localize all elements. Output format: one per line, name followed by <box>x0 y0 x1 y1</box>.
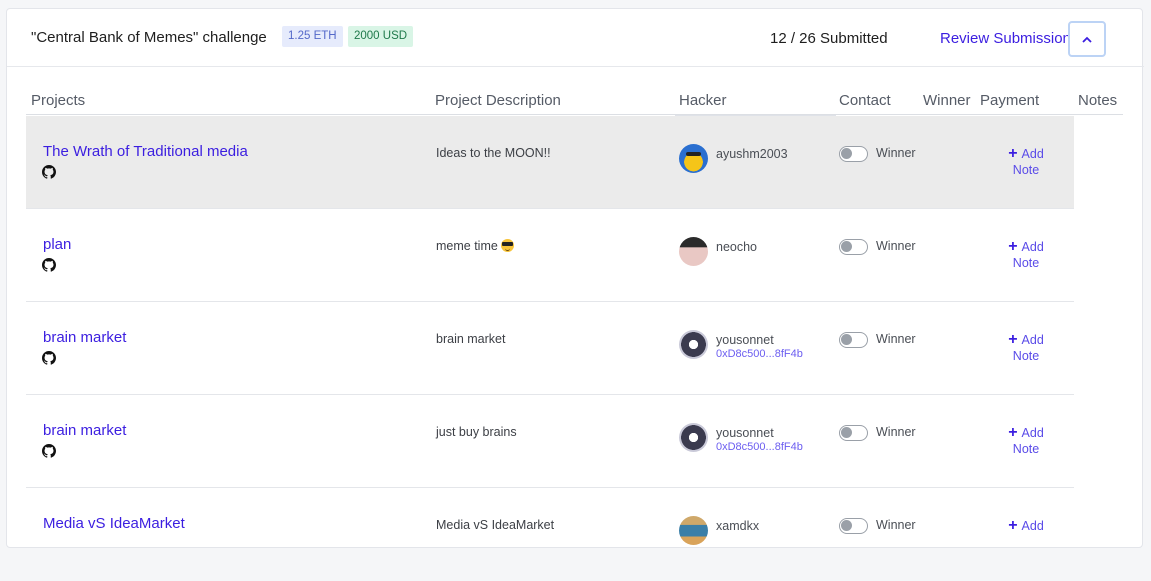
project-name-link[interactable]: brain market <box>43 422 126 439</box>
hacker-handle: ayushm2003 <box>716 147 788 161</box>
project-name-link[interactable]: brain market <box>43 329 126 346</box>
plus-icon: + <box>1008 517 1018 534</box>
winner-toggle[interactable] <box>839 518 868 534</box>
project-name-link[interactable]: Media vS IdeaMarket <box>43 515 185 532</box>
challenge-header: "Central Bank of Memes" challenge 1.25 E… <box>7 9 1144 67</box>
eth-prize-badge: 1.25 ETH <box>282 26 343 47</box>
column-payment: Payment <box>980 92 1040 109</box>
add-note-label: Add <box>1021 519 1044 533</box>
plus-icon: + <box>1008 238 1018 255</box>
github-icon[interactable] <box>42 258 56 272</box>
wallet-address-link[interactable]: 0xD8c500...8fF4b <box>716 441 803 453</box>
project-description: just buy brains <box>436 425 517 439</box>
submitted-count: 12 / 26 Submitted <box>770 30 888 47</box>
winner-toggle-label: Winner <box>876 332 916 346</box>
add-note-button[interactable]: + Add Note <box>1004 239 1048 271</box>
table-row[interactable]: brain market brain market yousonnet 0xD8… <box>26 302 1074 395</box>
winner-toggle-label: Winner <box>876 239 916 253</box>
add-note-label: Add <box>1021 333 1044 347</box>
add-note-label-2: Note <box>1012 349 1040 363</box>
add-note-label: Add <box>1021 147 1044 161</box>
usd-prize-badge: 2000 USD <box>348 26 414 47</box>
avatar <box>679 237 708 266</box>
hacker-handle: yousonnet <box>716 426 774 440</box>
column-description: Project Description <box>435 92 561 109</box>
header-divider <box>26 114 1123 115</box>
project-description: brain market <box>436 332 506 346</box>
project-name-link[interactable]: plan <box>43 236 71 253</box>
winner-toggle[interactable] <box>839 146 868 162</box>
column-winner: Winner <box>923 92 971 109</box>
table-row[interactable]: The Wrath of Traditional media Ideas to … <box>26 116 1074 209</box>
column-notes: Notes <box>1078 92 1118 109</box>
add-note-label-2: Note <box>1012 163 1040 177</box>
project-description: Ideas to the MOON!! <box>436 146 551 160</box>
winner-toggle-label: Winner <box>876 146 916 160</box>
wallet-address-link[interactable]: 0xD8c500...8fF4b <box>716 348 803 360</box>
review-submission-link[interactable]: Review Submission <box>940 30 1071 47</box>
winner-toggle-label: Winner <box>876 425 916 439</box>
plus-icon: + <box>1008 331 1018 348</box>
project-description: Media vS IdeaMarket <box>436 518 555 532</box>
column-contact: Contact <box>839 92 891 109</box>
hacker-handle: yousonnet <box>716 333 774 347</box>
avatar <box>679 144 708 173</box>
avatar <box>679 516 708 545</box>
add-note-button[interactable]: + Add Note <box>1004 146 1048 178</box>
add-note-label: Add <box>1021 426 1044 440</box>
avatar <box>679 330 708 359</box>
github-icon[interactable] <box>42 444 56 458</box>
add-note-button[interactable]: + Add <box>1004 518 1048 534</box>
hacker-handle: neocho <box>716 240 758 254</box>
table-row[interactable]: brain market just buy brains yousonnet 0… <box>26 395 1074 488</box>
add-note-label: Add <box>1021 240 1044 254</box>
hacker-handle: xamdkx <box>716 519 760 533</box>
winner-toggle-label: Winner <box>876 518 916 532</box>
table-row[interactable]: Media vS IdeaMarket Media vS IdeaMarket … <box>26 488 1074 581</box>
avatar <box>679 423 708 452</box>
winner-toggle[interactable] <box>839 332 868 348</box>
winner-toggle[interactable] <box>839 425 868 441</box>
sunglasses-emoji-icon <box>500 239 514 252</box>
plus-icon: + <box>1008 145 1018 162</box>
challenge-card: "Central Bank of Memes" challenge 1.25 E… <box>6 8 1144 548</box>
add-note-button[interactable]: + Add Note <box>1004 332 1048 364</box>
column-projects: Projects <box>31 92 86 109</box>
add-note-label-2: Note <box>1012 256 1040 270</box>
column-hacker: Hacker <box>679 92 727 109</box>
project-description: meme time <box>436 239 514 253</box>
winner-toggle[interactable] <box>839 239 868 255</box>
add-note-button[interactable]: + Add Note <box>1004 425 1048 457</box>
collapse-button[interactable] <box>1068 21 1106 57</box>
challenge-title: "Central Bank of Memes" challenge <box>31 29 267 46</box>
table-row[interactable]: plan meme time neocho Winner + Add Note <box>26 209 1074 302</box>
description-text: meme time <box>436 239 498 253</box>
github-icon[interactable] <box>42 351 56 365</box>
table-header: Projects Project Description Hacker Cont… <box>7 67 1144 117</box>
add-note-label-2: Note <box>1012 442 1040 456</box>
github-icon[interactable] <box>42 165 56 179</box>
chevron-up-icon <box>1082 36 1092 43</box>
plus-icon: + <box>1008 424 1018 441</box>
project-name-link[interactable]: The Wrath of Traditional media <box>43 143 248 160</box>
